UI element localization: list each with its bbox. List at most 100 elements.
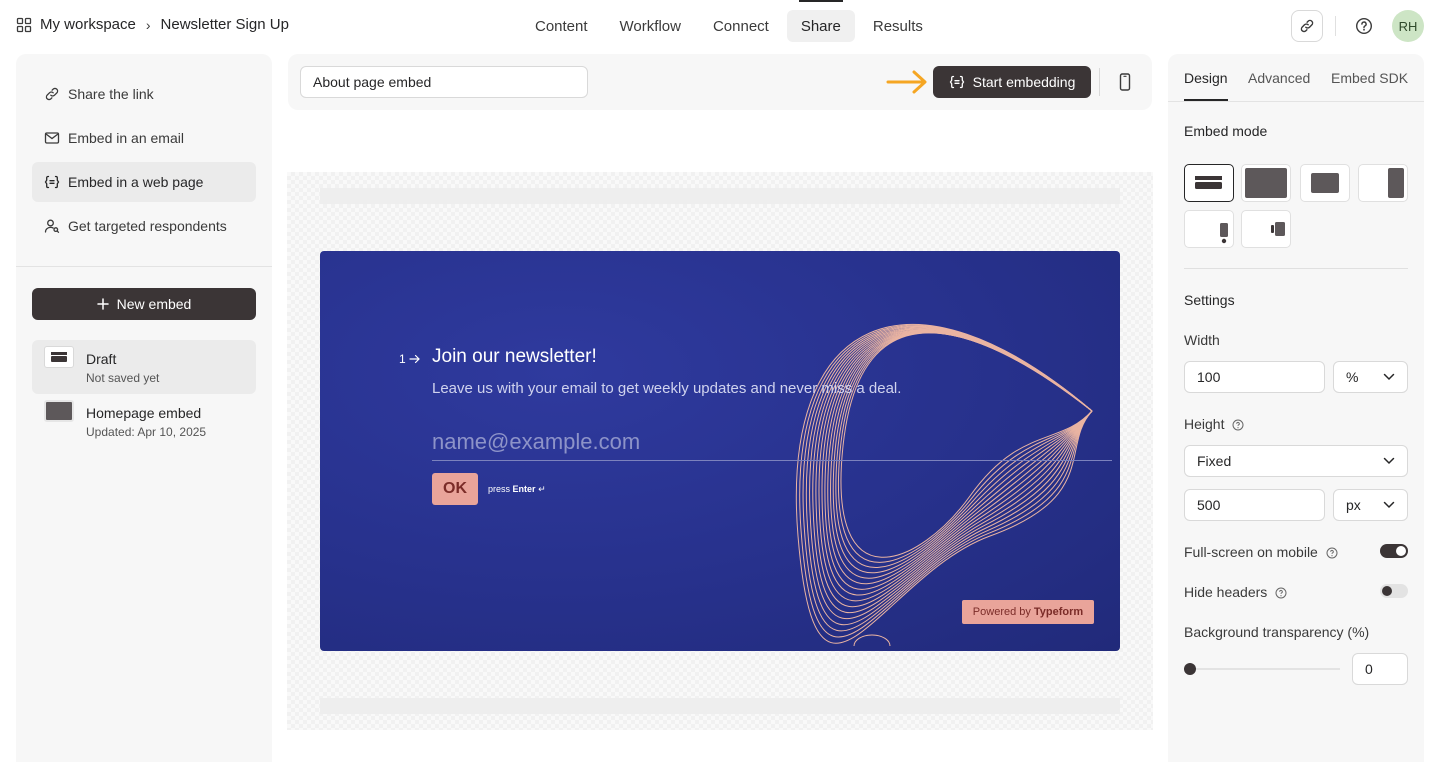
bg-transparency-input[interactable]: 0 (1352, 653, 1408, 685)
embed-web-page-label: Embed in a web page (68, 174, 204, 190)
embed-mode-side-tab[interactable] (1241, 210, 1291, 248)
question-number: 1 (399, 352, 421, 366)
mail-icon (44, 130, 60, 146)
bg-transparency-label: Background transparency (%) (1184, 624, 1370, 640)
share-sidebar: Share the link Embed in an email Embed i… (16, 54, 272, 762)
question-title: Join our newsletter! (432, 346, 597, 367)
arrow-right-icon (886, 69, 930, 95)
embed-toolbar: Start embedding (288, 54, 1152, 110)
info-icon[interactable] (1275, 587, 1287, 599)
powered-by-badge[interactable]: Powered by Typeform (962, 600, 1094, 624)
panel-tabs: Design Advanced Embed SDK (1168, 54, 1424, 102)
embed-status: Not saved yet (86, 371, 160, 385)
help-icon (1355, 17, 1373, 35)
chevron-right-icon: › (145, 16, 151, 33)
page-placeholder-bar (320, 698, 1120, 714)
tab-advanced[interactable]: Advanced (1248, 70, 1310, 86)
height-mode-select[interactable]: Fixed (1184, 445, 1408, 477)
embed-name-input[interactable] (300, 66, 588, 98)
embed-mode-heading: Embed mode (1184, 123, 1268, 139)
avatar[interactable]: RH (1392, 10, 1424, 42)
embed-thumbnail (44, 346, 74, 368)
start-embedding-label: Start embedding (972, 74, 1076, 90)
embed-web-page-item[interactable]: Embed in a web page (32, 162, 256, 202)
embed-name: Homepage embed (86, 405, 202, 421)
width-label: Width (1184, 332, 1220, 348)
design-panel: Design Advanced Embed SDK Embed mode Set… (1168, 54, 1424, 762)
bg-transparency-slider-track[interactable] (1190, 668, 1340, 670)
breadcrumb: My workspace › Newsletter Sign Up (16, 16, 289, 33)
embed-list-item-homepage[interactable]: Homepage embed Updated: Apr 10, 2025 (32, 394, 256, 448)
grid-icon[interactable] (16, 17, 32, 33)
page-placeholder-bar (320, 188, 1120, 204)
main-tabs: Content Workflow Connect Share Results (521, 0, 937, 42)
user-search-icon (44, 218, 60, 234)
enter-key-icon: ↵ (538, 484, 546, 494)
new-embed-label: New embed (116, 296, 192, 312)
tab-results[interactable]: Results (859, 10, 937, 42)
tab-embed-sdk[interactable]: Embed SDK (1331, 70, 1408, 86)
breadcrumb-workspace[interactable]: My workspace (40, 16, 136, 33)
chevron-down-icon (1383, 501, 1395, 509)
chevron-down-icon (1383, 457, 1395, 465)
share-link-label: Share the link (68, 86, 154, 102)
hide-headers-toggle[interactable] (1380, 584, 1408, 598)
toggle-knob (1382, 586, 1392, 596)
height-label: Height (1184, 416, 1244, 432)
ok-button[interactable]: OK (432, 473, 478, 505)
embed-updated: Updated: Apr 10, 2025 (86, 425, 207, 439)
targeted-respondents-item[interactable]: Get targeted respondents (32, 206, 256, 246)
embed-code-icon (949, 74, 965, 90)
embed-mode-full-page[interactable] (1241, 164, 1291, 202)
link-icon (44, 86, 60, 102)
form-preview: 1 Join our newsletter! Leave us with you… (320, 251, 1120, 651)
height-input[interactable]: 500 (1184, 489, 1325, 521)
width-input[interactable]: 100 (1184, 361, 1325, 393)
embed-email-label: Embed in an email (68, 130, 184, 146)
embed-mode-popover[interactable] (1184, 210, 1234, 248)
divider (1335, 16, 1336, 36)
share-link-item[interactable]: Share the link (32, 74, 256, 114)
tab-connect[interactable]: Connect (699, 10, 783, 42)
link-icon (1299, 18, 1315, 34)
embed-list-item-draft[interactable]: Draft Not saved yet (32, 340, 256, 394)
new-embed-button[interactable]: New embed (32, 288, 256, 320)
tab-content[interactable]: Content (521, 10, 602, 42)
embed-text: Homepage embed Updated: Apr 10, 2025 (86, 400, 206, 439)
preview-canvas: 1 Join our newsletter! Leave us with you… (287, 172, 1153, 730)
start-embedding-button[interactable]: Start embedding (933, 66, 1091, 98)
tab-design[interactable]: Design (1184, 70, 1228, 101)
copy-link-button[interactable] (1291, 10, 1323, 42)
breadcrumb-form[interactable]: Newsletter Sign Up (161, 16, 289, 33)
question-description: Leave us with your email to get weekly u… (432, 380, 902, 397)
embed-name: Draft (86, 351, 117, 367)
embed-email-item[interactable]: Embed in an email (32, 118, 256, 158)
embed-code-icon (44, 174, 60, 190)
embed-mode-popup[interactable] (1300, 164, 1350, 202)
top-bar: My workspace › Newsletter Sign Up Conten… (0, 0, 1440, 52)
mobile-preview-icon[interactable] (1114, 71, 1136, 93)
decorative-lines-illustration (795, 324, 1093, 646)
press-enter-hint: press Enter ↵ (488, 484, 546, 494)
info-icon[interactable] (1326, 547, 1338, 559)
toggle-knob (1396, 546, 1406, 556)
embed-mode-standard[interactable] (1184, 164, 1234, 202)
embed-text: Draft Not saved yet (86, 346, 159, 385)
embed-mode-slider[interactable] (1358, 164, 1408, 202)
divider (1099, 68, 1100, 96)
bg-transparency-slider-handle[interactable] (1184, 663, 1196, 675)
embed-thumbnail (44, 400, 74, 422)
tab-workflow[interactable]: Workflow (606, 10, 695, 42)
settings-heading: Settings (1184, 292, 1235, 308)
help-button[interactable] (1348, 10, 1380, 42)
height-unit-select[interactable]: px (1333, 489, 1408, 521)
tab-share[interactable]: Share (786, 0, 855, 42)
fullscreen-mobile-toggle[interactable] (1380, 544, 1408, 558)
width-unit-select[interactable]: % (1333, 361, 1408, 393)
divider (16, 266, 272, 267)
arrow-right-icon (409, 354, 421, 364)
chevron-down-icon (1383, 373, 1395, 381)
email-field[interactable]: name@example.com (432, 427, 1112, 461)
info-icon[interactable] (1232, 419, 1244, 431)
hide-headers-label: Hide headers (1184, 584, 1287, 600)
